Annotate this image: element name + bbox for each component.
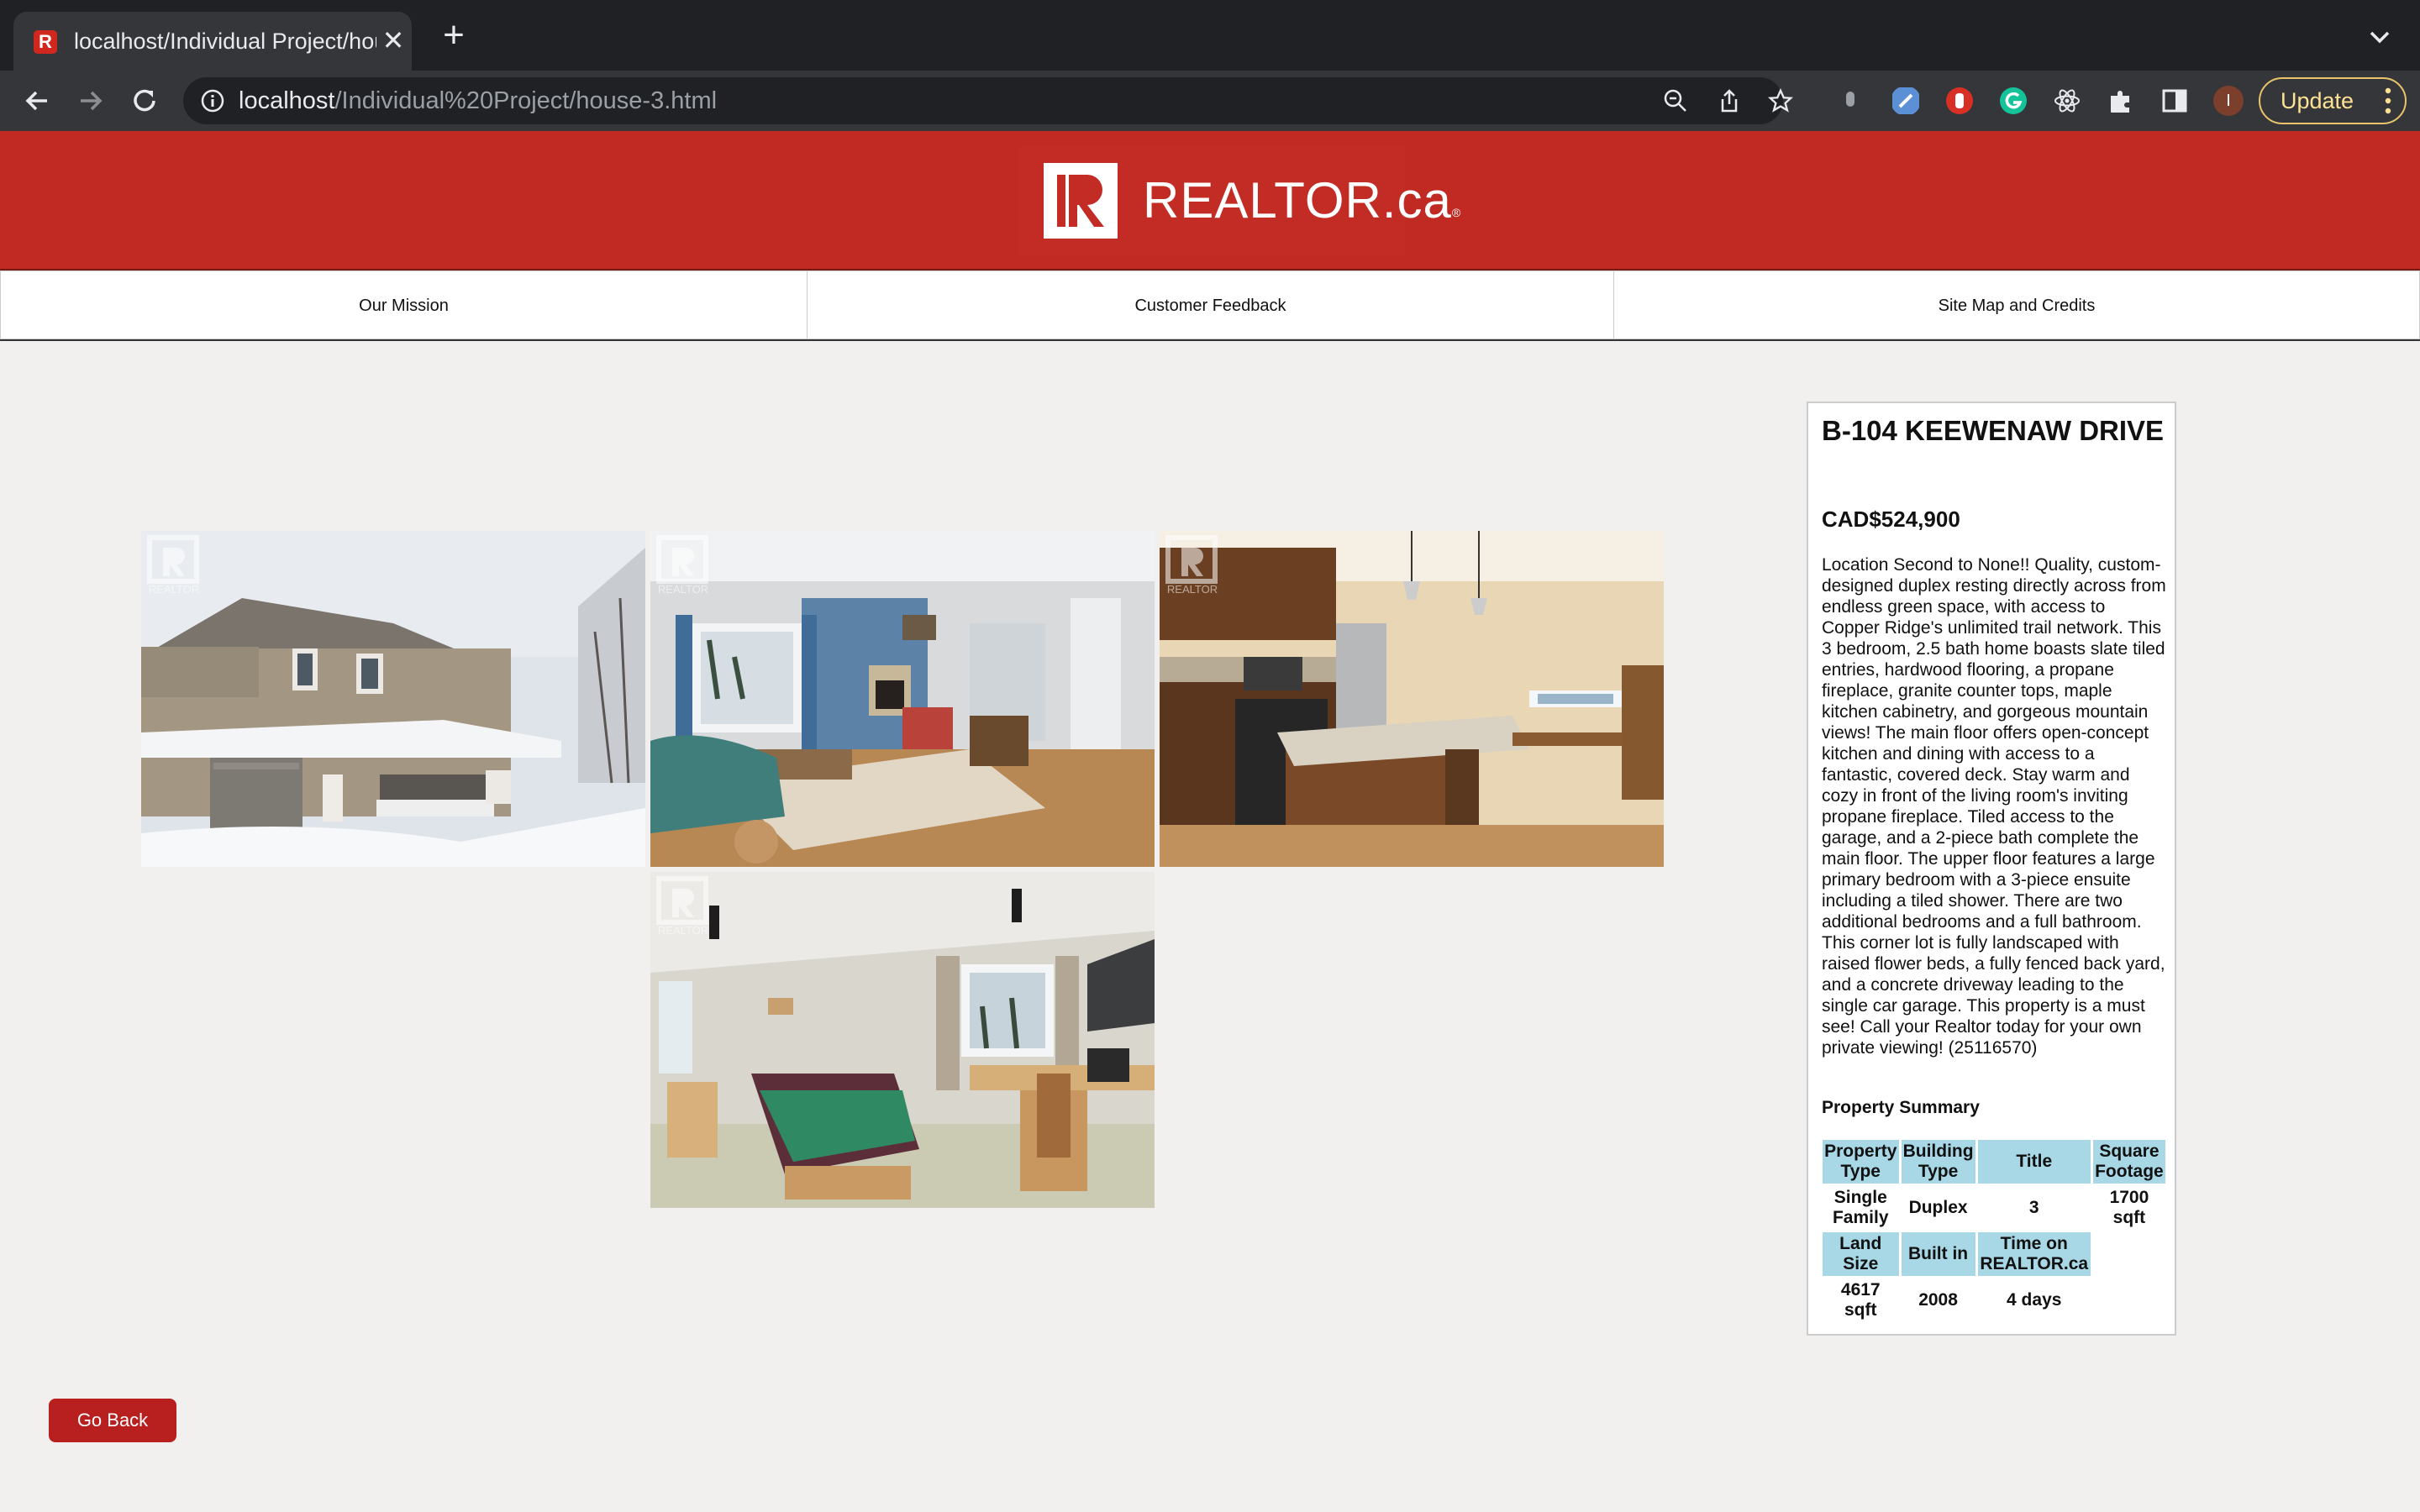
site-nav: Our Mission Customer Feedback Site Map a… (0, 270, 2420, 341)
bedroom-image (650, 872, 1155, 1208)
watermark-text: REALTOR (658, 924, 708, 937)
listing-price: CAD$524,900 (1822, 507, 1960, 532)
bookmark-star-icon[interactable] (1768, 87, 1793, 114)
summary-empty-cell (2093, 1278, 2165, 1322)
realtor-watermark-icon: REALTOR (1165, 535, 1218, 596)
watermark-text: REALTOR (658, 583, 708, 596)
update-label: Update (2281, 88, 2354, 113)
summary-header-title: Title (1977, 1140, 2091, 1184)
summary-value-row: 4617 sqft 2008 4 days (1823, 1278, 2165, 1322)
listing-details-card: B-104 KEEWENAW DRIVE CAD$524,900 Locatio… (1807, 402, 2176, 1336)
url-text: localhost/Individual%20Project/house-3.h… (239, 86, 717, 116)
address-bar[interactable]: localhost/Individual%20Project/house-3.h… (183, 77, 1793, 124)
logo-wordmark: REALTOR.ca (1143, 172, 1452, 228)
new-tab-button[interactable]: + (435, 17, 472, 54)
watermark-text: REALTOR (1167, 583, 1218, 596)
browser-toolbar: localhost/Individual%20Project/house-3.h… (0, 71, 2420, 131)
side-panel-icon[interactable] (2160, 86, 2190, 116)
url-path: /Individual%20Project/house-3.html (334, 87, 718, 114)
summary-header-time-on-realtor: Time on REALTOR.ca (1977, 1232, 2091, 1276)
summary-header-square-footage: Square Footage (2092, 1140, 2165, 1184)
react-devtools-icon[interactable] (2052, 86, 2082, 116)
realtor-favicon-icon: R (34, 30, 57, 54)
living-room-photo[interactable]: REALTOR (650, 531, 1155, 867)
summary-value-square-footage: 1700 sqft (2109, 1188, 2149, 1227)
summary-header-property-type: Property Type (1823, 1140, 1899, 1184)
page: R localhost/Individual Project/hou ✕ + l… (0, 0, 2420, 1512)
realtor-watermark-icon: REALTOR (656, 876, 708, 937)
realtor-r-logo-icon (1044, 163, 1118, 239)
tab-title: localhost/Individual Project/hou (74, 29, 376, 54)
forward-arrow-icon[interactable] (72, 82, 109, 119)
back-arrow-icon[interactable] (18, 82, 55, 119)
property-summary-title: Property Summary (1822, 1098, 1980, 1117)
site-info-icon[interactable] (200, 88, 225, 113)
share-icon[interactable] (1716, 87, 1743, 114)
logo-text: REALTOR.ca® (1143, 171, 1460, 230)
summary-value-built-in: 2008 (1918, 1290, 1958, 1310)
summary-value-land-size: 4617 sqft (1840, 1280, 1881, 1320)
summary-header-row: Land Size Built in Time on REALTOR.ca (1823, 1232, 2165, 1276)
bedroom-photo[interactable]: REALTOR (650, 872, 1155, 1208)
close-tab-icon[interactable]: ✕ (376, 24, 410, 57)
summary-value-title: 3 (2028, 1198, 2039, 1217)
summary-empty-cell (2093, 1232, 2165, 1276)
listing-description: Location Second to None!! Quality, custo… (1822, 555, 2166, 1058)
listing-address: B-104 KEEWENAW DRIVE (1822, 415, 2165, 446)
summary-value-building-type: Duplex (1908, 1198, 1968, 1217)
extension-mic-icon[interactable] (1835, 86, 1865, 116)
kitchen-image (1160, 531, 1664, 867)
nav-our-mission[interactable]: Our Mission (0, 270, 808, 339)
realtor-watermark-icon: REALTOR (147, 535, 199, 596)
site-header: REALTOR.ca® (0, 131, 2420, 270)
tab-search-chevron-icon[interactable] (2361, 18, 2398, 55)
summary-value-row: Single Family Duplex 3 1700 sqft (1823, 1186, 2165, 1230)
nav-site-map-credits[interactable]: Site Map and Credits (1613, 270, 2420, 339)
more-menu-icon[interactable] (2385, 87, 2391, 114)
go-back-button[interactable]: Go Back (49, 1399, 176, 1442)
summary-header-built-in: Built in (1901, 1232, 1975, 1276)
browser-tabbar: R localhost/Individual Project/hou ✕ + (0, 0, 2420, 71)
url-host: localhost (239, 87, 335, 114)
summary-header-land-size: Land Size (1823, 1232, 1899, 1276)
browser-tab[interactable]: R localhost/Individual Project/hou ✕ (13, 12, 412, 71)
reload-icon[interactable] (126, 82, 163, 119)
summary-header-row: Property Type Building Type Title Square… (1823, 1140, 2165, 1184)
nav-customer-feedback[interactable]: Customer Feedback (807, 270, 1614, 339)
realtor-logo[interactable]: REALTOR.ca® (1018, 146, 1460, 255)
extensions-puzzle-icon[interactable] (2106, 86, 2136, 116)
watermark-text: REALTOR (149, 583, 199, 596)
house-exterior-image (141, 531, 645, 867)
profile-avatar[interactable]: I (2213, 86, 2244, 116)
grammarly-icon[interactable] (1998, 86, 2028, 116)
summary-value-property-type: Single Family (1832, 1188, 1889, 1227)
realtor-watermark-icon: REALTOR (656, 535, 708, 596)
zoom-icon[interactable] (1662, 87, 1689, 114)
kitchen-photo[interactable]: REALTOR (1160, 531, 1664, 867)
living-room-image (650, 531, 1155, 867)
summary-value-time-on-realtor: 4 days (2007, 1290, 2062, 1310)
logo-registered-mark: ® (1451, 206, 1462, 219)
property-summary-table: Property Type Building Type Title Square… (1820, 1137, 2168, 1325)
exterior-photo[interactable]: REALTOR (141, 531, 645, 867)
extension-pen-icon[interactable] (1891, 86, 1921, 116)
extension-hand-icon[interactable] (1944, 86, 1975, 116)
update-button[interactable]: Update (2259, 77, 2407, 124)
summary-header-building-type: Building Type (1901, 1140, 1975, 1184)
